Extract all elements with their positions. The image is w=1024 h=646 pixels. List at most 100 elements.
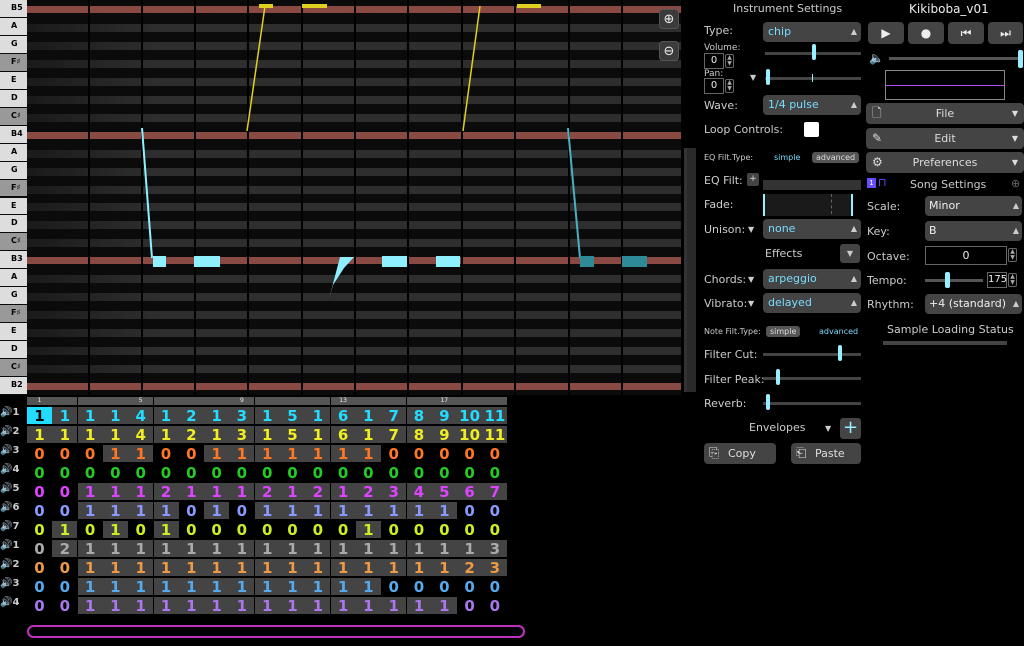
channel-header[interactable]: 🔊4	[0, 464, 27, 475]
pattern-cell[interactable]: 2	[178, 426, 204, 444]
note[interactable]	[382, 256, 407, 267]
column-number[interactable]: 13	[330, 397, 356, 405]
preferences-menu[interactable]: ⚙ Preferences ▼	[866, 152, 1024, 173]
pattern-cell[interactable]: 1	[128, 597, 154, 615]
pattern-cell[interactable]: 1	[153, 426, 179, 444]
master-volume-slider[interactable]	[889, 57, 1023, 60]
pattern-cell[interactable]: 0	[482, 464, 507, 482]
reverb-slider[interactable]	[763, 402, 861, 405]
note[interactable]	[302, 4, 327, 8]
column-number[interactable]	[52, 397, 78, 405]
speaker-icon[interactable]: 🔊	[0, 464, 12, 475]
type-select[interactable]: chip ▲	[763, 22, 861, 42]
column-number[interactable]: 9	[229, 397, 255, 405]
pattern-cell[interactable]: 1	[204, 502, 230, 520]
file-menu[interactable]: 🗋 File ▼	[866, 103, 1024, 124]
pattern-cell[interactable]: 1	[305, 426, 331, 444]
pattern-editor[interactable]: 1 5 9 13 17 🔊1 1 1 1 1 4 1 2 1 3 1 5 1 6 1 7 8 9 10 11 🔊2 1 1 1 1 4 1 2…	[0, 397, 530, 646]
pattern-cell[interactable]: 10	[457, 426, 483, 444]
pattern-cell[interactable]: 0	[27, 445, 52, 463]
column-number[interactable]: 5	[128, 397, 154, 405]
pattern-cell[interactable]: 0	[407, 464, 432, 482]
pattern-cell[interactable]: 1	[280, 445, 305, 463]
chords-dropdown-icon[interactable]: ▼	[748, 275, 754, 284]
unison-select[interactable]: none ▲	[763, 219, 861, 239]
pattern-cell[interactable]: 1	[128, 578, 154, 596]
pattern-cell[interactable]: 1	[254, 407, 280, 425]
pattern-cell[interactable]: 0	[255, 464, 280, 482]
pattern-cell[interactable]: 5	[280, 407, 305, 425]
column-number[interactable]: 1	[27, 397, 52, 405]
pattern-cell[interactable]: 0	[52, 445, 77, 463]
pattern-cell[interactable]: 1	[204, 483, 230, 501]
pattern-cell[interactable]: 0	[482, 578, 507, 596]
pattern-cell[interactable]: 0	[280, 464, 305, 482]
chords-select[interactable]: arpeggio ▲	[763, 269, 861, 289]
filter-cut-thumb[interactable]	[838, 345, 842, 361]
vibrato-dropdown-icon[interactable]: ▼	[748, 299, 754, 308]
pan-dropdown-icon[interactable]: ▼	[750, 73, 756, 82]
pattern-cell[interactable]: 11	[482, 407, 508, 425]
pattern-cell[interactable]: 1	[204, 559, 230, 577]
key-select[interactable]: B ▲	[925, 221, 1022, 241]
wave-select[interactable]: 1/4 pulse ▲	[763, 95, 861, 115]
pattern-cell[interactable]: 6	[330, 407, 356, 425]
pattern-cell[interactable]: 1	[280, 597, 305, 615]
column-number[interactable]	[457, 397, 483, 405]
pattern-cell[interactable]: 7	[381, 426, 407, 444]
note[interactable]	[580, 256, 594, 267]
filter-peak-thumb[interactable]	[776, 369, 780, 385]
pattern-cell[interactable]: 0	[103, 464, 128, 482]
note[interactable]	[436, 256, 460, 267]
pattern-cell[interactable]: 1	[77, 502, 103, 520]
channel-header[interactable]: 🔊1	[0, 540, 27, 551]
pattern-cell[interactable]: 0	[179, 521, 204, 539]
pattern-cell[interactable]: 0	[432, 445, 457, 463]
pattern-cell[interactable]: 0	[381, 445, 406, 463]
speaker-icon[interactable]: 🔊	[0, 445, 12, 456]
pattern-cell[interactable]: 1	[153, 559, 179, 577]
pattern-cell[interactable]: 1	[102, 521, 128, 539]
pattern-cell[interactable]: 0	[27, 521, 52, 539]
pattern-cell[interactable]: 0	[457, 502, 482, 520]
pattern-cell[interactable]: 1	[406, 540, 432, 558]
octave-spinner[interactable]: ▲ ▼	[1008, 248, 1017, 262]
pattern-cell[interactable]: 9	[431, 407, 457, 425]
pattern-cell[interactable]: 1	[280, 502, 305, 520]
pattern-cell[interactable]: 1	[229, 559, 255, 577]
pattern-cell[interactable]: 0	[229, 521, 254, 539]
pattern-cell[interactable]: 1	[355, 578, 381, 596]
pan-input[interactable]: 0	[704, 78, 724, 94]
channel-header[interactable]: 🔊1	[0, 407, 27, 418]
pattern-cell[interactable]: 1	[204, 407, 230, 425]
pattern-cell[interactable]: 11	[482, 426, 508, 444]
pattern-cell[interactable]: 1	[229, 445, 255, 463]
pattern-cell[interactable]: 0	[52, 483, 77, 501]
pattern-cell[interactable]: 0	[407, 578, 432, 596]
pattern-cell[interactable]: 1	[229, 540, 255, 558]
pattern-cell[interactable]: 1	[355, 407, 381, 425]
pattern-cell[interactable]: 1	[102, 559, 128, 577]
pattern-cell[interactable]: 3	[482, 540, 508, 558]
pattern-cell[interactable]: 1	[431, 597, 457, 615]
channel-header[interactable]: 🔊3	[0, 445, 27, 456]
effects-dropdown-icon[interactable]: ▼	[840, 244, 860, 263]
pattern-cell[interactable]: 4	[406, 483, 432, 501]
pattern-cell[interactable]: 1	[27, 407, 52, 425]
pattern-cell[interactable]: 1	[305, 559, 331, 577]
song-position-scroll[interactable]	[681, 0, 699, 395]
pattern-cell[interactable]: 0	[356, 464, 381, 482]
volume-spinner[interactable]: ▲ ▼	[725, 54, 734, 68]
pattern-cell[interactable]: 1	[77, 426, 103, 444]
record-button[interactable]: ●	[908, 22, 944, 44]
pattern-cell[interactable]: 1	[431, 559, 457, 577]
pattern-cell[interactable]: 3	[229, 407, 255, 425]
pattern-cell[interactable]: 1	[178, 540, 204, 558]
pattern-cell[interactable]: 1	[406, 597, 432, 615]
pattern-cell[interactable]: 1	[153, 407, 179, 425]
pattern-cell[interactable]: 1	[178, 597, 204, 615]
speaker-icon[interactable]: 🔊	[0, 407, 12, 418]
pattern-cell[interactable]: 2	[457, 559, 483, 577]
pattern-cell[interactable]: 2	[254, 483, 280, 501]
pattern-cell[interactable]: 0	[78, 521, 103, 539]
